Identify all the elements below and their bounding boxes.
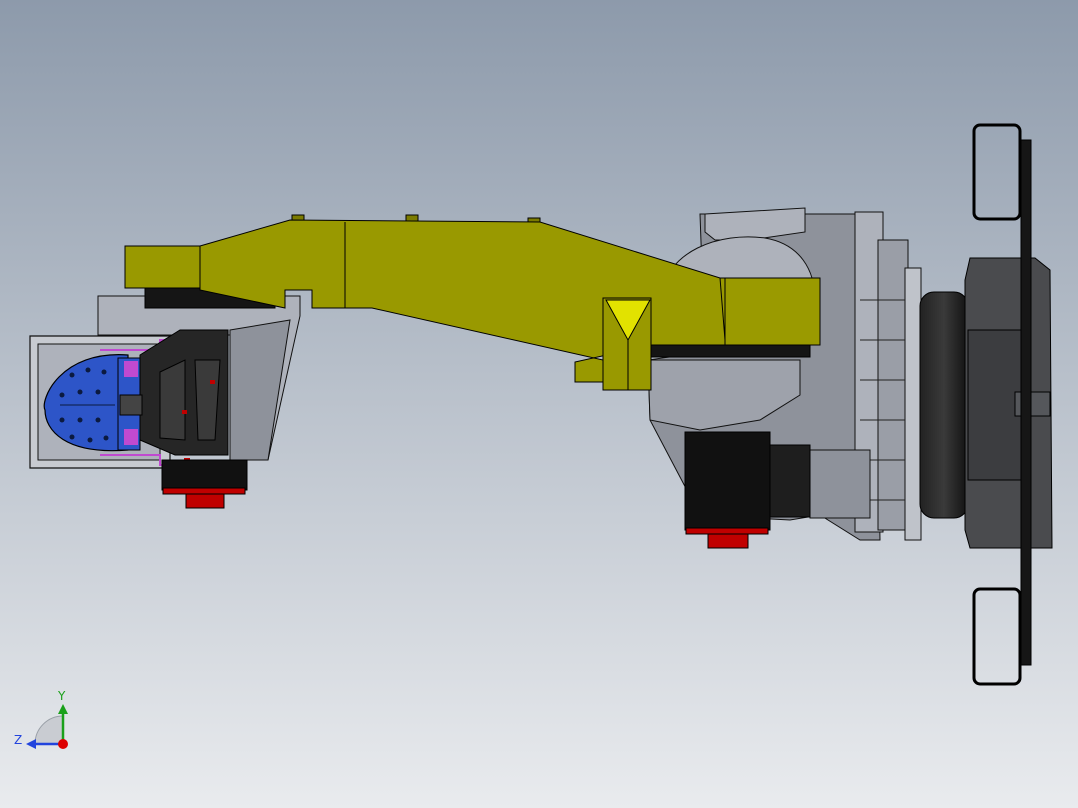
shoulder-motor-side — [769, 444, 811, 518]
wrist-bracket-clamp — [119, 394, 143, 416]
cad-scene[interactable]: Y Z — [0, 0, 1078, 808]
triad-x-dot — [58, 739, 68, 749]
arm-wrist-end — [124, 245, 201, 289]
wrist-lower-motor-red-plug — [185, 493, 225, 509]
cad-viewport[interactable]: Y Z — [0, 0, 1078, 808]
flange-plate-3 — [904, 267, 922, 541]
flange-plate-2 — [877, 239, 909, 531]
triad-z-label: Z — [14, 733, 22, 747]
wrist-bracket-window-2 — [194, 359, 221, 441]
arm-shoulder-end — [724, 277, 821, 346]
triad-y-label: Y — [57, 689, 66, 703]
shoulder-disc — [649, 344, 811, 358]
shoulder-cylinder — [809, 449, 871, 519]
base-housing-notch — [1014, 391, 1051, 417]
mount-plate — [1020, 139, 1032, 666]
wrist-bracket-window — [159, 359, 186, 441]
wrist-lower-motor-red-cap — [162, 487, 246, 495]
wrist-lower-motor — [161, 459, 248, 491]
shoulder-motor-red-plug — [707, 533, 749, 549]
shoulder-motor — [684, 431, 771, 531]
shoulder-motor-red-cap — [685, 527, 769, 535]
main-bearing — [919, 291, 969, 519]
